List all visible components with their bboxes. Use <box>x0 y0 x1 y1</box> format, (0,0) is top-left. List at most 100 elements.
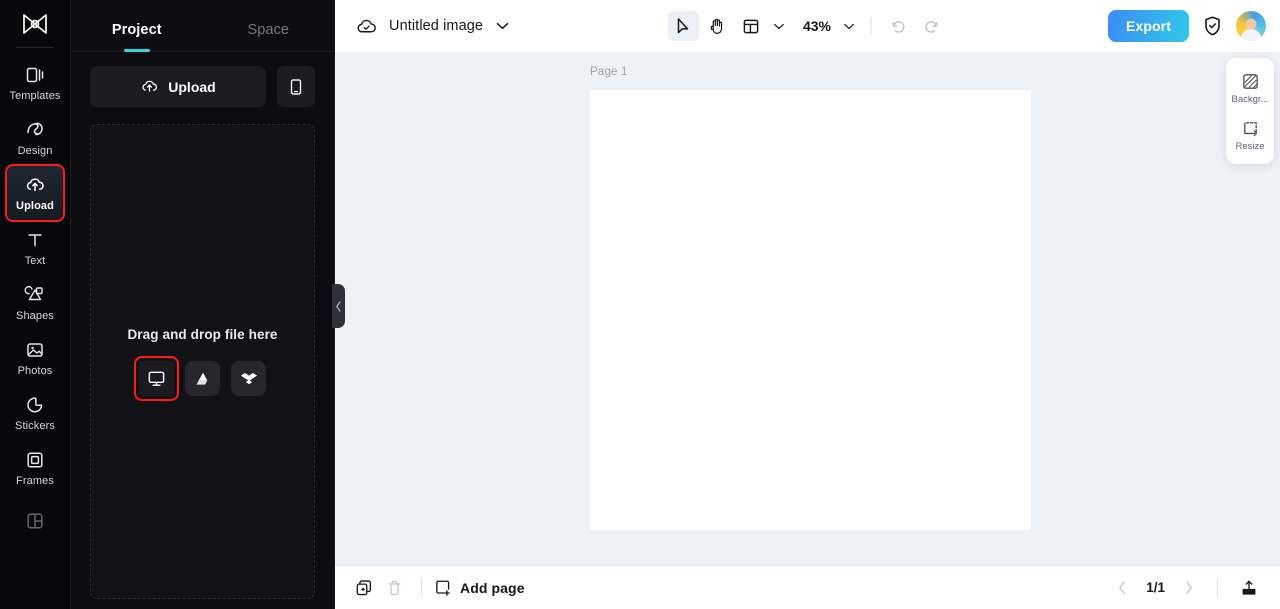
trash-icon <box>388 580 400 595</box>
sidebar-item-frames[interactable]: Frames <box>7 441 63 495</box>
source-this-computer[interactable] <box>134 356 179 401</box>
cloud-saved-button[interactable] <box>355 16 378 36</box>
export-button[interactable]: Export <box>1108 10 1189 42</box>
select-tool-button[interactable] <box>666 11 699 41</box>
delete-page-button[interactable] <box>379 573 409 603</box>
background-icon <box>1242 74 1258 89</box>
dropzone-sources <box>134 356 266 401</box>
chevron-right-icon <box>1186 581 1192 594</box>
tab-project[interactable]: Project <box>71 22 203 51</box>
bottom-divider <box>421 579 422 596</box>
upload-cloud-icon <box>26 178 44 192</box>
sidebar-item-label: Photos <box>17 365 53 377</box>
undo-button[interactable] <box>882 11 914 41</box>
sidebar-item-layouts[interactable] <box>7 496 63 550</box>
bottom-divider-2 <box>1217 579 1218 596</box>
canvas-float-toolbar: Backgr... Resize <box>1226 58 1274 164</box>
source-google-drive[interactable] <box>185 361 220 396</box>
sidebar-item-label: Shapes <box>16 310 54 322</box>
chevron-down-icon <box>496 22 509 30</box>
frames-icon <box>27 452 43 468</box>
undo-icon <box>892 20 905 33</box>
toolbar-right: Export <box>1108 10 1266 42</box>
layout-button[interactable] <box>735 11 767 41</box>
dropzone[interactable]: Drag and drop file here <box>90 124 315 599</box>
next-page-button[interactable] <box>1177 576 1201 600</box>
stickers-icon <box>27 397 43 413</box>
sidebar-item-text[interactable]: Text <box>7 221 63 275</box>
sidebar-item-label: Frames <box>16 475 54 487</box>
shield-check-icon <box>1205 16 1220 36</box>
prev-page-button[interactable] <box>1110 576 1134 600</box>
resize-tool-label: Resize <box>1235 141 1265 151</box>
toolbar-center-tools: 43% <box>666 11 948 41</box>
upload-cloud-icon <box>142 80 158 92</box>
sidebar-item-label: Upload <box>16 200 54 212</box>
page-indicator: 1/1 <box>1146 580 1165 595</box>
upload-from-mobile-button[interactable] <box>277 66 315 107</box>
sidebar-item-stickers[interactable]: Stickers <box>7 386 63 440</box>
dropbox-icon <box>240 372 257 384</box>
monitor-icon <box>148 371 165 386</box>
resize-tool-button[interactable]: Resize <box>1228 114 1272 156</box>
design-icon <box>27 122 43 136</box>
page-navigation: 1/1 <box>1110 573 1264 603</box>
duplicate-page-button[interactable] <box>349 573 379 603</box>
add-page-icon <box>436 580 450 596</box>
upload-button[interactable]: Upload <box>90 66 266 107</box>
capcut-logo-icon <box>23 13 47 34</box>
resize-icon <box>1243 121 1257 136</box>
add-page-button[interactable]: Add page <box>434 579 525 597</box>
duplicate-page-icon <box>356 579 372 595</box>
left-rail: Templates Design Upload Text Shapes Phot… <box>0 0 71 609</box>
hand-icon <box>710 18 723 34</box>
capcut-logo[interactable] <box>0 0 70 47</box>
source-dropbox[interactable] <box>231 361 266 396</box>
export-upload-icon <box>1242 580 1256 595</box>
sidebar-item-label: Stickers <box>15 420 55 432</box>
panel-collapse-handle[interactable] <box>332 284 345 328</box>
cursor-arrow-icon <box>677 18 689 34</box>
layout-menu-button[interactable] <box>769 12 789 40</box>
chevron-down-icon <box>844 23 854 29</box>
avatar-body <box>1240 29 1262 41</box>
export-page-button[interactable] <box>1234 573 1264 603</box>
redo-button[interactable] <box>916 11 948 41</box>
redo-icon <box>925 20 938 33</box>
zoom-menu-button[interactable] <box>839 12 859 40</box>
tab-space[interactable]: Space <box>203 22 335 51</box>
upload-button-label: Upload <box>168 78 216 95</box>
background-tool-button[interactable]: Backgr... <box>1228 67 1272 109</box>
document-title-menu-button[interactable] <box>496 22 509 30</box>
zoom-level[interactable]: 43% <box>791 18 837 34</box>
hand-tool-button[interactable] <box>701 11 733 41</box>
background-tool-label: Backgr... <box>1231 95 1269 105</box>
mobile-device-icon <box>290 78 302 95</box>
layout-grid-icon <box>27 512 43 529</box>
avatar[interactable] <box>1236 11 1266 41</box>
dropzone-label: Drag and drop file here <box>127 327 278 342</box>
chevron-left-icon <box>336 300 341 312</box>
sidebar-item-photos[interactable]: Photos <box>7 331 63 385</box>
sidebar-item-templates[interactable]: Templates <box>7 56 63 110</box>
chevron-down-icon <box>774 23 784 29</box>
project-panel: Project Space Upload Drag and drop file … <box>71 0 345 609</box>
app-root: Templates Design Upload Text Shapes Phot… <box>0 0 1280 609</box>
panel-tabs: Project Space <box>71 0 334 52</box>
sidebar-item-label: Templates <box>9 90 61 102</box>
photos-icon <box>27 343 43 357</box>
page-canvas[interactable] <box>590 90 1031 530</box>
sidebar-item-upload[interactable]: Upload <box>5 164 65 222</box>
bottom-bar: Add page 1/1 <box>335 565 1280 609</box>
security-button[interactable] <box>1202 15 1223 37</box>
top-toolbar: Untitled image 43% Export <box>335 0 1280 52</box>
rail-divider <box>16 47 54 48</box>
sidebar-item-shapes[interactable]: Shapes <box>7 276 63 330</box>
main-area: Untitled image 43% Export Page 1 Backgr.… <box>335 0 1280 609</box>
document-title[interactable]: Untitled image <box>389 18 483 34</box>
canvas-area[interactable]: Page 1 Backgr... Resize <box>335 52 1280 565</box>
templates-icon <box>26 67 44 83</box>
cloud-saved-icon <box>357 19 376 33</box>
upload-row: Upload <box>71 52 334 107</box>
sidebar-item-design[interactable]: Design <box>7 111 63 165</box>
